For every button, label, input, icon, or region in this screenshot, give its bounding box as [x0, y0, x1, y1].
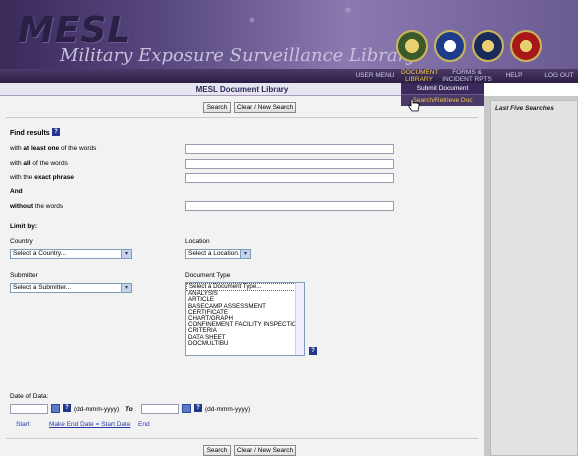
nav-bar: USER MENU DOCUMENT LIBRARY FORMS & INCID…: [0, 69, 578, 83]
divider: [6, 438, 478, 439]
find-results-heading: Find results: [10, 130, 50, 137]
service-seals: [396, 30, 542, 62]
country-label: Country: [10, 238, 33, 245]
divider: [6, 117, 478, 118]
document-type-list[interactable]: Select a Document Type... ANALYSIS ARTIC…: [185, 282, 305, 356]
menu-item-submit-document[interactable]: Submit Document: [401, 83, 484, 94]
nav-document-library[interactable]: DOCUMENT LIBRARY: [401, 69, 439, 83]
list-scrollbar[interactable]: [295, 283, 304, 355]
hand-cursor-icon: [408, 98, 420, 112]
nav-help[interactable]: HELP: [500, 69, 528, 83]
help-icon[interactable]: ?: [309, 347, 317, 355]
limit-heading: Limit by:: [10, 223, 38, 230]
at-least-one-input[interactable]: [185, 144, 394, 154]
document-type-label: Document Type: [185, 272, 231, 279]
country-select[interactable]: Select a Country... ▾: [10, 249, 132, 259]
find-row-label: with all of the words: [10, 160, 68, 167]
make-end-date-link[interactable]: Make End Date = Start Date: [49, 421, 130, 428]
chevron-down-icon: ▾: [121, 250, 131, 258]
find-row-label: with the exact phrase: [10, 174, 74, 181]
start-link[interactable]: Start: [16, 421, 30, 428]
and-label: And: [10, 188, 23, 195]
search-button-bottom[interactable]: Search: [203, 445, 231, 456]
date-of-data-label: Date of Data:: [10, 393, 49, 400]
search-button-top[interactable]: Search: [203, 102, 231, 113]
calendar-icon[interactable]: [182, 404, 191, 413]
location-label: Location: [185, 238, 210, 245]
location-select[interactable]: Select a Location... ▾: [185, 249, 251, 259]
last-searches-heading: Last Five Searches: [495, 105, 554, 112]
army-seal-icon: [396, 30, 428, 62]
end-link[interactable]: End: [138, 421, 150, 428]
marine-seal-icon: [510, 30, 542, 62]
list-item[interactable]: DOCMULTIBU: [186, 340, 304, 347]
chevron-down-icon: ▾: [121, 284, 131, 292]
date-format-hint: (dd-mmm-yyyy): [74, 406, 120, 413]
chevron-down-icon: ▾: [240, 250, 250, 258]
end-date-input[interactable]: [141, 404, 179, 414]
date-format-hint: (dd-mmm-yyyy): [205, 406, 251, 413]
calendar-icon[interactable]: [51, 404, 60, 413]
help-icon[interactable]: ?: [52, 128, 60, 136]
nav-forms-incident[interactable]: FORMS & INCIDENT RPTS: [442, 69, 492, 83]
banner-decoration: [180, 0, 420, 50]
help-icon[interactable]: ?: [194, 404, 202, 412]
clear-button-bottom[interactable]: Clear / New Search: [234, 445, 296, 456]
nav-logout[interactable]: LOG OUT: [540, 69, 578, 83]
navy-seal-icon: [472, 30, 504, 62]
find-row-label: without the words: [10, 203, 64, 210]
start-date-input[interactable]: [10, 404, 48, 414]
without-words-input[interactable]: [185, 201, 394, 211]
submitter-select[interactable]: Select a Submitter... ▾: [10, 283, 132, 293]
all-words-input[interactable]: [185, 159, 394, 169]
logo-subtitle: Military Exposure Surveillance Library: [60, 45, 417, 66]
last-searches-panel: Last Five Searches: [490, 100, 578, 456]
to-label: To: [125, 406, 133, 413]
clear-button-top[interactable]: Clear / New Search: [234, 102, 296, 113]
submitter-label: Submitter: [10, 272, 38, 279]
help-icon[interactable]: ?: [63, 404, 71, 412]
air-force-seal-icon: [434, 30, 466, 62]
find-row-label: with at least one of the words: [10, 145, 97, 152]
exact-phrase-input[interactable]: [185, 173, 394, 183]
nav-user-menu[interactable]: USER MENU: [353, 69, 397, 83]
